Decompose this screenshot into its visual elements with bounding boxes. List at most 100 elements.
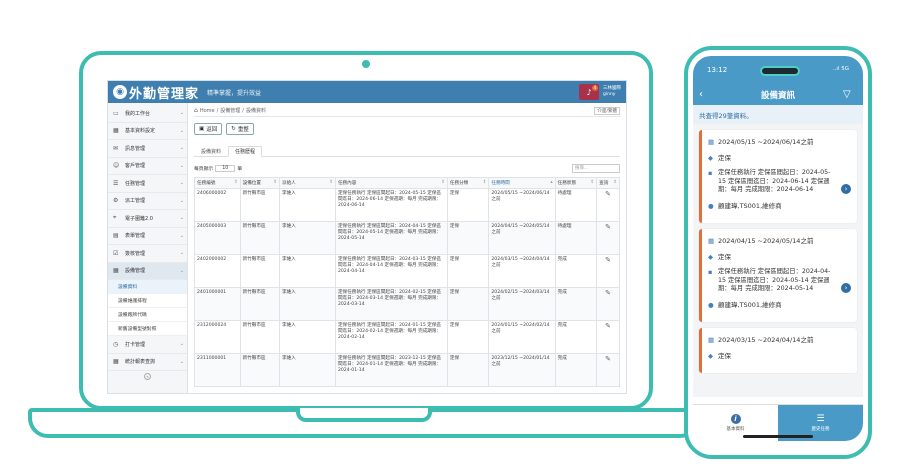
sidebar-item[interactable]: ▦ 基本資料設定 ⌄ bbox=[108, 123, 187, 140]
cell-id: 2311000001 bbox=[194, 353, 241, 387]
bottom-nav: i 基本資料 ☰ 歷史任務 bbox=[693, 404, 863, 441]
cell-status: 完成 bbox=[554, 254, 598, 288]
table-row[interactable]: 2311000001 新竹縣市區 李維入 定保任務執行 定保區間起日：2023-12-… bbox=[194, 353, 620, 387]
sidebar-item-label: 任務管理 bbox=[125, 180, 146, 187]
back-button[interactable]: ▣ 返回 bbox=[194, 123, 223, 135]
result-count: 共查得29筆資料。 bbox=[693, 105, 863, 124]
edit-icon[interactable]: ✎ bbox=[596, 320, 620, 354]
refresh-icon: ↻ bbox=[231, 126, 236, 132]
sidebar-item[interactable]: ▭ 我的工作台 ⌄ bbox=[108, 105, 187, 123]
cell-content: 定保任務執行 定保區間起日：2024-03-15 定保區間迄日：2024-04-… bbox=[334, 254, 448, 288]
cell-loc: 新竹縣市區 bbox=[239, 188, 280, 222]
sidebar-item-label: 打卡管理 bbox=[125, 341, 146, 348]
table-row[interactable]: 2406000002 新竹縣市區 李維入 定保任務執行 定保區間起日：2024-05-… bbox=[194, 188, 620, 222]
sort-icon: ⇕ bbox=[590, 180, 595, 185]
tab-task-history[interactable]: 任務歷程 bbox=[228, 146, 263, 157]
column-header[interactable]: 派給人 ⇕ bbox=[278, 177, 336, 189]
breadcrumb-module[interactable]: 設備管理 bbox=[220, 107, 240, 114]
table-search-input[interactable]: 搜尋... bbox=[572, 163, 620, 173]
sidebar-subitem[interactable]: 設備廠牌代碼 bbox=[108, 308, 187, 322]
notification-button[interactable]: ♪ 4 bbox=[579, 84, 599, 100]
sidebar-subitem[interactable]: 設備維護排程 bbox=[108, 294, 187, 308]
refresh-button[interactable]: ↻ 重整 bbox=[226, 123, 254, 135]
table-row[interactable]: 2401000001 新竹縣市區 李維入 定保任務執行 定保區間起日：2024-02-… bbox=[194, 287, 620, 321]
column-header-label: 任務時間 bbox=[491, 181, 510, 186]
sidebar-item-label: 客戶管理 bbox=[125, 163, 146, 170]
user-menu[interactable]: 三林國際 ginny bbox=[603, 86, 621, 98]
table-tools: 每頁顯示 10 筆 搜尋... bbox=[194, 163, 620, 173]
language-button[interactable]: 介面/繁體 bbox=[594, 106, 620, 115]
equipment-icon: ▦ bbox=[113, 267, 119, 275]
sidebar-item[interactable]: ☰ 任務管理 ⌄ bbox=[108, 175, 187, 193]
task-card[interactable]: ▦ 2024/03/15 ~2024/04/14之前 ◆ 定保 bbox=[699, 328, 857, 373]
info-icon: i bbox=[730, 414, 741, 424]
card-period-row: ▦ 2024/03/15 ~2024/04/14之前 bbox=[708, 336, 851, 345]
cell-status: 待處理 bbox=[554, 221, 598, 255]
card-assignee: 顧建瑋,TS001,維修商 bbox=[718, 300, 782, 309]
sidebar-item[interactable]: ⌖ 電子圍籬2.0 ⌄ bbox=[108, 210, 187, 228]
column-header-label: 任務分類 bbox=[449, 181, 469, 186]
task-card[interactable]: ▦ 2024/05/15 ~2024/06/14之前 ◆ 定保 ▪ 定保任務執行 定保區間… bbox=[699, 130, 857, 223]
column-header[interactable]: 查詢 ⇕ bbox=[596, 177, 620, 189]
sidebar-item[interactable]: ☺ 客戶管理 ⌄ bbox=[108, 158, 187, 175]
chevron-right-icon[interactable]: › bbox=[841, 184, 851, 194]
sort-icon: ▴ bbox=[550, 180, 553, 185]
table-row[interactable]: 2312000024 新竹縣市區 李維入 定保任務執行 定保區間起日：2024-01-… bbox=[194, 320, 620, 354]
sidebar-item[interactable]: ▦ 統計報表查詢 ⌄ bbox=[108, 354, 187, 371]
chevron-down-icon: ⌄ bbox=[179, 267, 184, 274]
cell-content: 定保任務執行 定保區間起日：2024-02-15 定保區間迄日：2024-03-… bbox=[334, 287, 448, 321]
column-header[interactable]: 任務分類 ⇕ bbox=[446, 177, 490, 189]
edit-icon[interactable]: ✎ bbox=[596, 221, 620, 255]
task-table: 任務編號 ⇕ 設備位置 ⇕ 派給人 ⇕ 任務內容 ⇕ 任務分類 ⇕ 任務時間 ▴ 任務狀態 ⇕ 查詢 ⇕ 24… bbox=[194, 177, 620, 387]
sort-icon: ⇕ bbox=[329, 180, 333, 185]
cell-cat: 定保 bbox=[446, 287, 490, 321]
chevron-right-icon[interactable]: › bbox=[841, 283, 851, 293]
cell-id: 2402000002 bbox=[194, 254, 241, 288]
page-length-select[interactable]: 10 bbox=[215, 164, 236, 172]
sidebar-item[interactable]: ☑ 簽核管理 ⌄ bbox=[108, 245, 187, 263]
calendar-icon: ▦ bbox=[708, 138, 715, 146]
table-row[interactable]: 2405000003 新竹縣市區 李維入 定保任務執行 定保區間起日：2024-04-… bbox=[194, 221, 620, 255]
chevron-down-icon: ⌄ bbox=[179, 127, 184, 134]
sidebar-subitem[interactable]: 新舊設備型號對照 bbox=[108, 322, 187, 336]
sidebar-item[interactable]: ✉ 訊息管理 ⌄ bbox=[108, 140, 187, 158]
mobile-title: 設備資訊 bbox=[760, 90, 795, 101]
breadcrumb-home[interactable]: Home bbox=[200, 108, 215, 114]
card-description-row: ▪ 定保任務執行 定保區間起日：2024-05-15 定保區間迄日：2024-06… bbox=[708, 169, 851, 195]
task-card[interactable]: ▦ 2024/04/15 ~2024/05/14之前 ◆ 定保 ▪ 定保任務執行 定保區間… bbox=[699, 229, 857, 322]
home-icon[interactable]: ⌂ bbox=[194, 107, 198, 114]
card-description-row: ▪ 定保任務執行 定保區間起日：2024-04-15 定保區間迄日：2024-05… bbox=[708, 268, 851, 294]
column-header[interactable]: 任務狀態 ⇕ bbox=[554, 177, 598, 189]
home-indicator bbox=[743, 435, 813, 438]
filter-icon[interactable]: ▽ bbox=[843, 89, 857, 100]
sidebar-item[interactable]: ▤ 表單管理 ⌄ bbox=[108, 228, 187, 245]
chevron-down-icon: ⌄ bbox=[179, 215, 184, 222]
card-assignee: 顧建瑋,TS001,維修商 bbox=[718, 201, 782, 210]
marketing-mockup: ◉ 外勤管理家 精準掌握，提升效益 ♪ 4 三林國際 ginny ▭ 我的工作台 ⌄… bbox=[0, 0, 901, 471]
edit-icon[interactable]: ✎ bbox=[596, 254, 620, 288]
tab-equipment-data[interactable]: 設備資料 bbox=[194, 146, 228, 156]
column-header[interactable]: 任務編號 ⇕ bbox=[194, 177, 241, 189]
column-header[interactable]: 任務內容 ⇕ bbox=[334, 177, 448, 189]
sidebar-collapse-button[interactable]: « bbox=[108, 371, 187, 381]
chevron-down-icon: ⌄ bbox=[179, 180, 184, 187]
sidebar-item[interactable]: ◷ 打卡管理 ⌄ bbox=[108, 336, 187, 354]
edit-icon[interactable]: ✎ bbox=[596, 353, 620, 387]
edit-icon[interactable]: ✎ bbox=[596, 287, 620, 321]
sidebar-item[interactable]: ⚙ 派工管理 ⌄ bbox=[108, 193, 187, 210]
cell-cat: 定保 bbox=[446, 320, 490, 354]
sort-icon: ⇕ bbox=[441, 180, 445, 185]
app-logo[interactable]: ◉ 外勤管理家 bbox=[113, 83, 199, 102]
chevron-down-icon: ⌄ bbox=[179, 110, 184, 117]
back-icon[interactable]: ‹ bbox=[699, 89, 713, 100]
column-header[interactable]: 任務時間 ▴ bbox=[488, 177, 556, 189]
sidebar-item[interactable]: ▦ 設備管理 ⌄ bbox=[108, 262, 187, 280]
card-period: 2024/03/15 ~2024/04/14之前 bbox=[718, 336, 814, 344]
table-row[interactable]: 2402000002 新竹縣市區 李維入 定保任務執行 定保區間起日：2024-03-… bbox=[194, 254, 620, 288]
card-period: 2024/04/15 ~2024/05/14之前 bbox=[718, 237, 814, 245]
edit-icon[interactable]: ✎ bbox=[596, 188, 620, 222]
sidebar-subitem[interactable]: 設備資料 bbox=[108, 280, 187, 294]
cell-assignee: 李維入 bbox=[278, 221, 336, 255]
column-header[interactable]: 設備位置 ⇕ bbox=[239, 177, 280, 189]
user-icon: ● bbox=[708, 300, 714, 309]
